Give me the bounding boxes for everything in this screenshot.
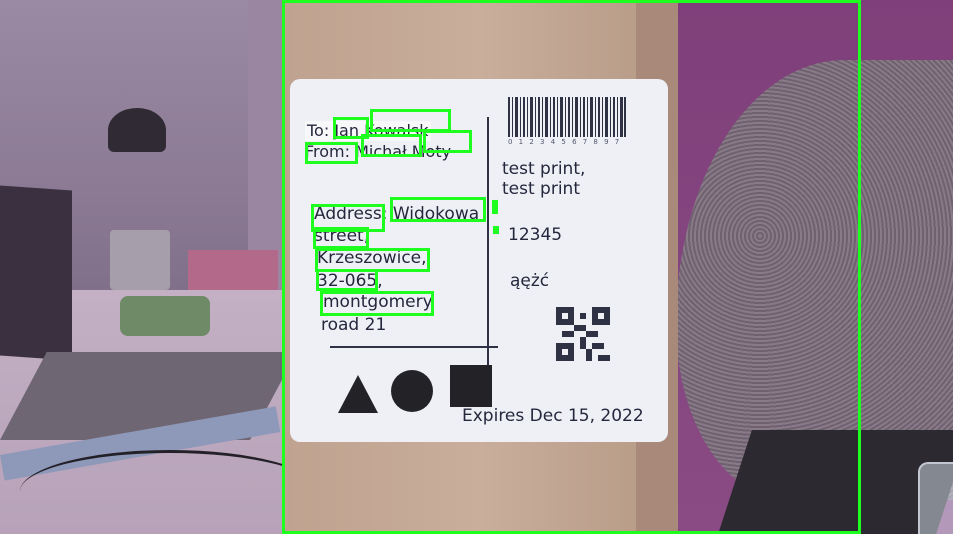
detection-box-word [316, 269, 378, 291]
detection-marker [492, 200, 498, 214]
glass [918, 462, 953, 534]
detection-box-word [423, 130, 472, 153]
green-cloth [120, 296, 210, 336]
laptop-screen [0, 185, 72, 361]
detection-marker [493, 226, 499, 234]
detection-box-word [320, 291, 434, 316]
detection-box-word [361, 134, 422, 157]
pen-holder [110, 230, 170, 290]
books-stack [188, 250, 278, 290]
detection-box-word [313, 227, 369, 249]
detection-box-word [390, 197, 486, 222]
photo-scene: To: Jan Kowalsk From: Michał Moty Addres… [0, 0, 953, 534]
detection-box-word [370, 109, 451, 132]
detection-box-word [305, 142, 358, 164]
desk-lamp [108, 108, 166, 152]
cable [20, 450, 320, 533]
